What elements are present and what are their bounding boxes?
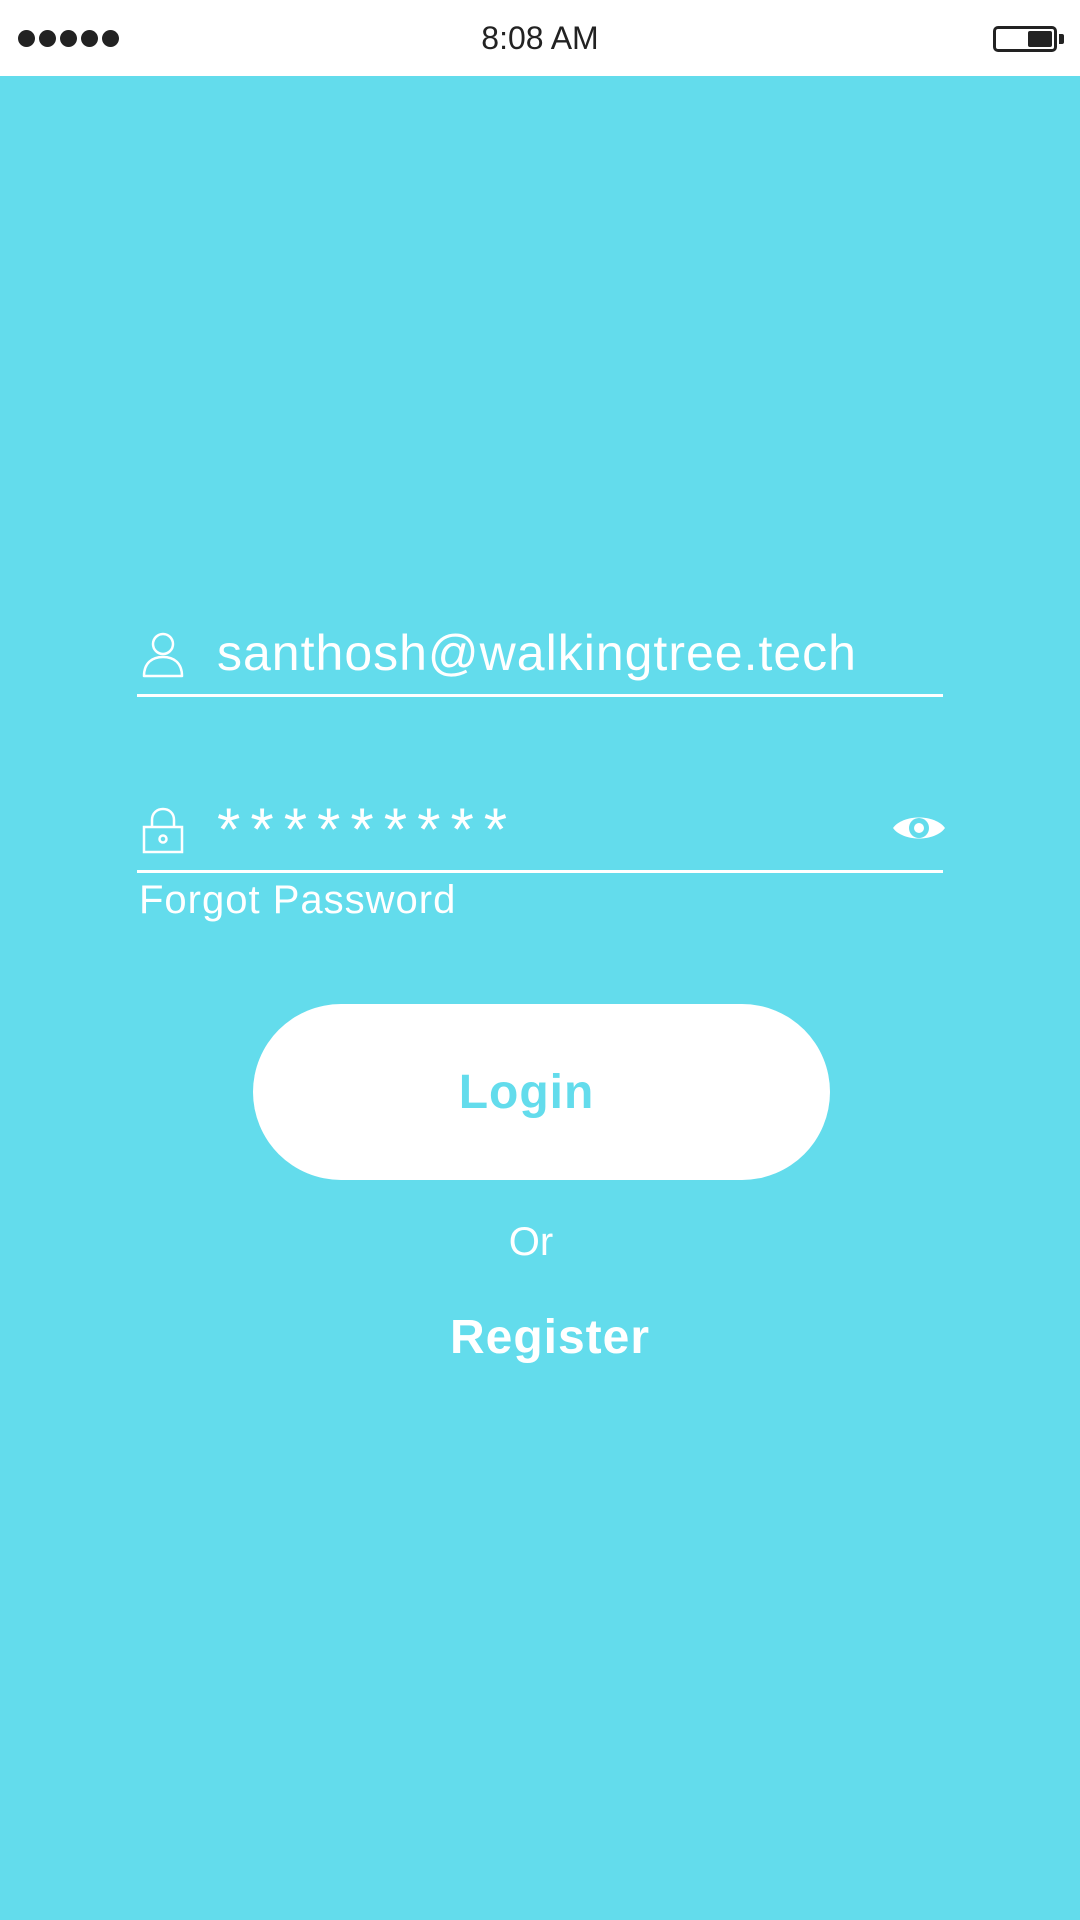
forgot-password-link[interactable]: Forgot Password	[139, 878, 456, 923]
password-field[interactable]: *********	[137, 712, 945, 873]
email-value: santhosh@walkingtree.tech	[217, 625, 857, 681]
login-button[interactable]: Login	[253, 1004, 830, 1180]
or-divider-text: Or	[508, 1220, 554, 1264]
main-content: santhosh@walkingtree.tech ********* Forg…	[0, 76, 1080, 1920]
lock-icon	[141, 806, 185, 854]
status-bar: 8:08 AM	[0, 0, 1080, 76]
battery-icon	[993, 26, 1064, 52]
eye-icon[interactable]	[891, 808, 947, 848]
user-icon	[141, 630, 185, 678]
login-screen: 8:08 AM santhosh@walkingtree.tech ******…	[0, 0, 1080, 1920]
email-field[interactable]: santhosh@walkingtree.tech	[137, 536, 943, 697]
password-value: *********	[217, 796, 518, 863]
register-link[interactable]: Register	[0, 1310, 1080, 1365]
status-time: 8:08 AM	[481, 20, 599, 56]
